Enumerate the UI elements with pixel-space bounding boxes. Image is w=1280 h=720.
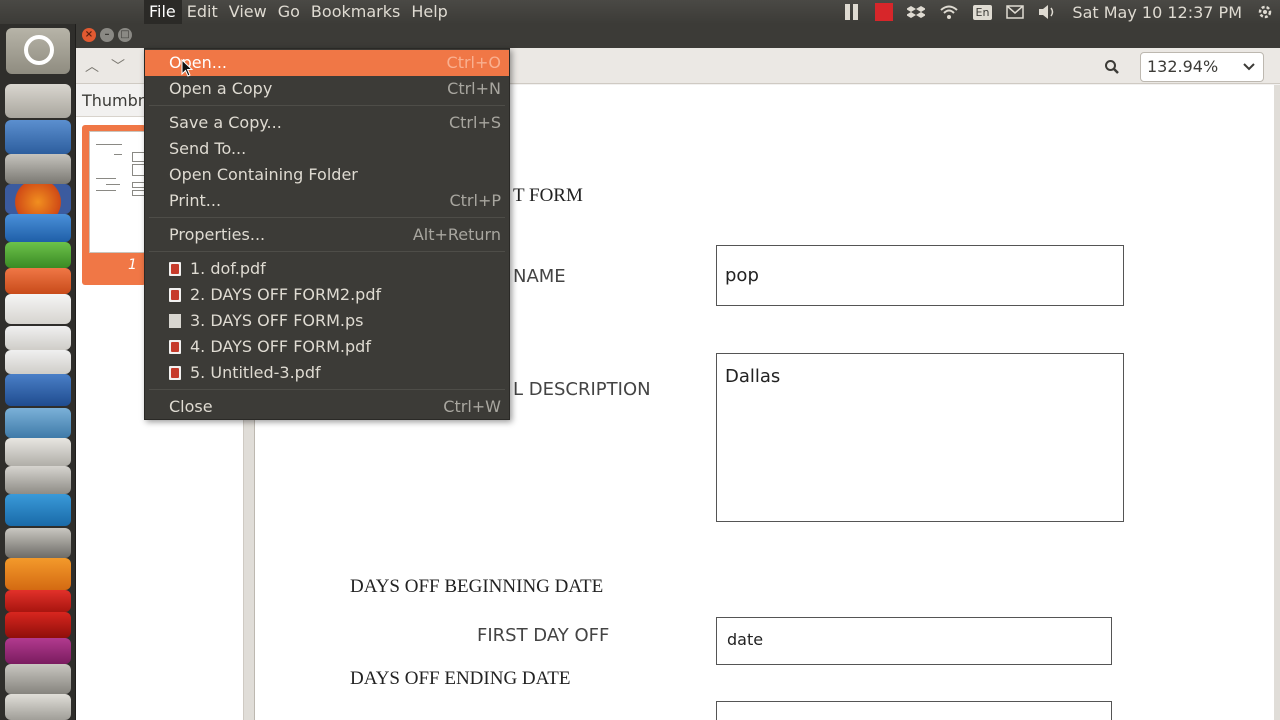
launcher-item-vlc[interactable] [5, 558, 71, 590]
launcher-item-app-14[interactable] [5, 466, 71, 494]
menu-item-save-copy[interactable]: Save a Copy... Ctrl+S [145, 110, 509, 136]
beginning-date-heading: DAYS OFF BEGINNING DATE [350, 576, 604, 597]
app-menubar: File Edit View Go Bookmarks Help [144, 0, 454, 24]
form-title: T FORM [513, 185, 583, 206]
maximize-window-icon[interactable]: □ [118, 28, 132, 42]
indicator-area: En Sat May 10 12:37 PM [843, 0, 1280, 24]
description-field[interactable]: Dallas [716, 353, 1124, 522]
launcher-item-files[interactable] [5, 84, 71, 118]
launcher [0, 24, 76, 720]
menu-item-send-to[interactable]: Send To... [145, 136, 509, 162]
top-panel: File Edit View Go Bookmarks Help En Sat … [0, 0, 1280, 24]
launcher-item-app-5[interactable] [5, 214, 71, 242]
menu-item-open[interactable]: Open... Ctrl+O [145, 50, 509, 76]
menu-separator [149, 389, 505, 390]
recent-file-item[interactable]: 4. DAYS OFF FORM.pdf [145, 334, 509, 360]
recent-file-item[interactable]: 2. DAYS OFF FORM2.pdf [145, 282, 509, 308]
window-controls: × – □ [82, 28, 132, 42]
menu-separator [149, 105, 505, 106]
mouse-pointer-icon [181, 59, 194, 77]
wifi-icon[interactable] [939, 4, 959, 20]
window-titlebar [76, 24, 1280, 48]
name-label: NAME [513, 266, 566, 287]
volume-icon[interactable] [1038, 4, 1058, 20]
record-indicator-icon[interactable] [874, 3, 893, 21]
launcher-item-software-center[interactable] [5, 268, 71, 294]
name-field[interactable]: pop [716, 245, 1124, 306]
dash-home-button[interactable] [6, 28, 70, 74]
launcher-item-netflix[interactable] [5, 612, 71, 638]
launcher-item-app-21[interactable] [5, 664, 71, 694]
ubuntu-logo-icon [24, 35, 54, 65]
pdf-file-icon [169, 288, 181, 302]
menu-item-properties[interactable]: Properties... Alt+Return [145, 222, 509, 248]
file-menu: Open... Ctrl+O Open a Copy Ctrl+N Save a… [144, 48, 510, 420]
menu-file[interactable]: File [144, 0, 182, 24]
description-label: L DESCRIPTION [513, 379, 651, 400]
search-icon[interactable] [1098, 53, 1126, 81]
first-day-field[interactable]: date [716, 617, 1112, 665]
launcher-item-amazon[interactable] [5, 294, 71, 324]
launcher-item-app-2[interactable] [5, 120, 71, 154]
previous-page-icon[interactable]: ︿ [82, 56, 102, 76]
launcher-item-firefox[interactable] [5, 184, 71, 214]
launcher-item-app-11[interactable] [5, 374, 71, 406]
menu-view[interactable]: View [224, 0, 273, 24]
menu-go[interactable]: Go [273, 0, 306, 24]
thumbnail-page-number: 1 [128, 257, 137, 273]
dropbox-icon[interactable] [906, 3, 925, 21]
mail-icon[interactable] [1006, 5, 1025, 19]
launcher-item-app-12[interactable] [5, 408, 71, 438]
recent-file-item[interactable]: 1. dof.pdf [145, 256, 509, 282]
menu-edit[interactable]: Edit [182, 0, 224, 24]
minimize-window-icon[interactable]: – [100, 28, 114, 42]
close-window-icon[interactable]: × [82, 28, 96, 42]
launcher-item-linkedin[interactable] [5, 494, 71, 526]
launcher-item-app-6[interactable] [5, 242, 71, 268]
menu-item-print[interactable]: Print... Ctrl+P [145, 188, 509, 214]
last-day-field[interactable] [716, 701, 1112, 720]
system-gear-icon[interactable] [1256, 3, 1274, 21]
launcher-item-youtube[interactable] [5, 590, 71, 612]
ps-file-icon [169, 314, 181, 328]
launcher-item-app-3[interactable] [5, 154, 71, 184]
recent-file-item[interactable]: 5. Untitled-3.pdf [145, 360, 509, 386]
launcher-item-app-16[interactable] [5, 528, 71, 558]
zoom-select[interactable]: 132.94% [1140, 52, 1264, 82]
pdf-file-icon [169, 366, 181, 380]
zoom-value: 132.94% [1147, 57, 1219, 76]
launcher-item-app-13[interactable] [5, 438, 71, 466]
next-page-icon[interactable]: ﹀ [108, 56, 128, 76]
pause-indicator-icon[interactable] [843, 3, 861, 21]
keyboard-layout-indicator[interactable]: En [972, 4, 993, 20]
menu-item-open-folder[interactable]: Open Containing Folder [145, 162, 509, 188]
launcher-item-app-20[interactable] [5, 638, 71, 664]
launcher-item-full-circle-2[interactable] [5, 350, 71, 374]
menu-bookmarks[interactable]: Bookmarks [306, 0, 406, 24]
recent-file-item[interactable]: 3. DAYS OFF FORM.ps [145, 308, 509, 334]
launcher-item-full-circle-1[interactable] [5, 326, 71, 350]
launcher-item-app-22[interactable] [5, 694, 71, 720]
ending-date-heading: DAYS OFF ENDING DATE [350, 668, 571, 689]
first-day-label: FIRST DAY OFF [477, 625, 610, 646]
pdf-file-icon [169, 340, 181, 354]
pdf-file-icon [169, 262, 181, 276]
page-thumbnail-selected[interactable]: 1 [82, 125, 146, 285]
clock[interactable]: Sat May 10 12:37 PM [1072, 3, 1242, 22]
menu-separator [149, 251, 505, 252]
thumbnail-page-preview [89, 131, 146, 253]
menu-item-open-copy[interactable]: Open a Copy Ctrl+N [145, 76, 509, 102]
menu-help[interactable]: Help [406, 0, 453, 24]
menu-item-close[interactable]: Close Ctrl+W [145, 394, 509, 420]
menu-separator [149, 217, 505, 218]
